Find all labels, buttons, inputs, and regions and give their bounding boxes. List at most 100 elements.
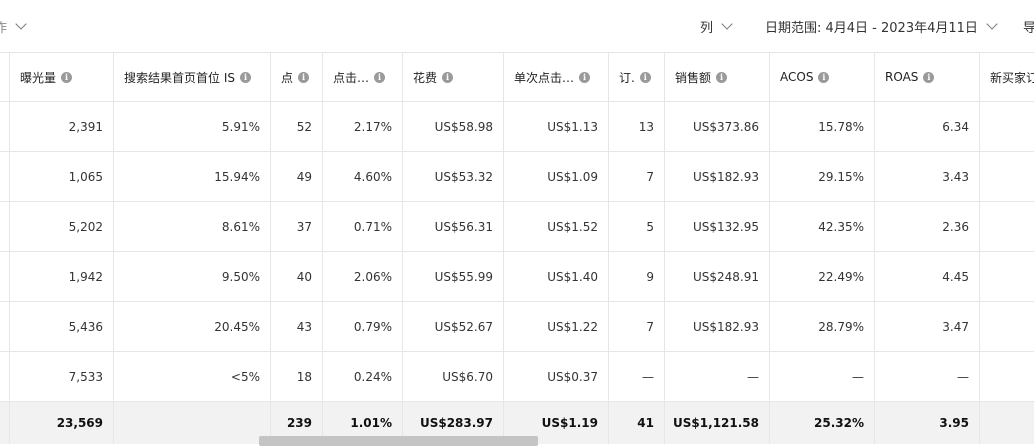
cell-new-buyer-orders: [980, 102, 1034, 151]
cell-sales: —: [665, 352, 770, 401]
header-acos[interactable]: ACOS i: [770, 53, 875, 101]
header-cpc[interactable]: 单次点击… i: [504, 53, 609, 101]
cell-top-of-search-is: 15.94%: [114, 152, 271, 201]
columns-label: 列: [700, 20, 714, 36]
cell-top-of-search-is: 20.45%: [114, 302, 271, 351]
cell-orders: 7: [609, 302, 665, 351]
cell-cpc: US$0.37: [504, 352, 609, 401]
cell-cpc: US$1.09: [504, 152, 609, 201]
header-new-buyer-orders[interactable]: 新买家订: [980, 53, 1034, 101]
actions-label: 作: [0, 20, 8, 36]
cell-ctr: 4.60%: [323, 152, 403, 201]
cell-impressions: 1,065: [10, 152, 114, 201]
table-row: 2,391 5.91% 52 2.17% US$58.98 US$1.13 13 US$373…: [0, 102, 1034, 152]
header-roas[interactable]: ROAS i: [875, 53, 980, 101]
cell-clicks: 40: [271, 252, 323, 301]
info-icon[interactable]: i: [442, 71, 454, 83]
cell-ctr: 0.79%: [323, 302, 403, 351]
cell-sales: US$248.91: [665, 252, 770, 301]
cell-sales: US$182.93: [665, 302, 770, 351]
cell-top-of-search-is: 9.50%: [114, 252, 271, 301]
cell-roas: 3.95: [875, 402, 980, 444]
cell-acos: 15.78%: [770, 102, 875, 151]
cell-impressions: 2,391: [10, 102, 114, 151]
campaign-table: 曝光量 i 搜索结果首页首位 IS i 点i 点击… i 花费 i 单次点击… i 订. i…: [0, 52, 1034, 446]
table-toolbar: 作 列 日期范围: 4月4日 - 2023年4月11日 导: [0, 0, 1034, 52]
info-icon[interactable]: i: [579, 71, 591, 83]
cell-ctr: 0.24%: [323, 352, 403, 401]
table-row: 1,942 9.50% 40 2.06% US$55.99 US$1.40 9 US$248.…: [0, 252, 1034, 302]
cell-ctr: 0.71%: [323, 202, 403, 251]
info-icon[interactable]: i: [298, 71, 310, 83]
cell-edge: [0, 152, 10, 201]
info-icon[interactable]: i: [374, 71, 386, 83]
cell-impressions: 5,436: [10, 302, 114, 351]
cell-spend: US$58.98: [403, 102, 504, 151]
cell-impressions: 7,533: [10, 352, 114, 401]
table-row: 1,065 15.94% 49 4.60% US$53.32 US$1.09 7 US$182…: [0, 152, 1034, 202]
cell-impressions: 23,569: [10, 402, 114, 444]
cell-top-of-search-is: 8.61%: [114, 202, 271, 251]
cell-top-of-search-is: <5%: [114, 352, 271, 401]
table-header-row: 曝光量 i 搜索结果首页首位 IS i 点i 点击… i 花费 i 单次点击… i 订. i…: [0, 52, 1034, 102]
cell-cpc: US$1.52: [504, 202, 609, 251]
header-sales[interactable]: 销售额 i: [665, 53, 770, 101]
header-orders[interactable]: 订. i: [609, 53, 665, 101]
cell-impressions: 1,942: [10, 252, 114, 301]
export-button[interactable]: 导: [1023, 16, 1034, 36]
cell-acos: 25.32%: [770, 402, 875, 444]
cell-edge: [0, 202, 10, 251]
cell-edge: [0, 102, 10, 151]
cell-spend: US$6.70: [403, 352, 504, 401]
horizontal-scrollbar[interactable]: [259, 436, 538, 446]
cell-edge: [0, 402, 10, 444]
header-clicks[interactable]: 点i: [271, 53, 323, 101]
date-range-label: 日期范围: 4月4日 - 2023年4月11日: [765, 20, 978, 36]
cell-roas: 3.47: [875, 302, 980, 351]
date-range-dropdown[interactable]: 日期范围: 4月4日 - 2023年4月11日: [765, 16, 998, 36]
chevron-down-icon: [15, 17, 27, 30]
cell-clicks: 37: [271, 202, 323, 251]
table-row: 5,436 20.45% 43 0.79% US$52.67 US$1.22 7 US$182…: [0, 302, 1034, 352]
cell-spend: US$52.67: [403, 302, 504, 351]
columns-dropdown[interactable]: 列: [700, 16, 733, 36]
header-ctr[interactable]: 点击… i: [323, 53, 403, 101]
cell-new-buyer-orders: [980, 152, 1034, 201]
cell-edge: [0, 252, 10, 301]
chevron-down-icon: [721, 17, 733, 30]
cell-acos: 22.49%: [770, 252, 875, 301]
cell-orders: 7: [609, 152, 665, 201]
info-icon[interactable]: i: [239, 71, 251, 83]
cell-cpc: US$1.13: [504, 102, 609, 151]
info-icon[interactable]: i: [818, 71, 830, 83]
cell-acos: 29.15%: [770, 152, 875, 201]
info-icon[interactable]: i: [716, 71, 728, 83]
export-label: 导: [1023, 20, 1034, 36]
cell-sales: US$1,121.58: [665, 402, 770, 444]
header-spend[interactable]: 花费 i: [403, 53, 504, 101]
cell-edge: [0, 352, 10, 401]
cell-sales: US$373.86: [665, 102, 770, 151]
table-row: 5,202 8.61% 37 0.71% US$56.31 US$1.52 5 US$132.…: [0, 202, 1034, 252]
cell-roas: —: [875, 352, 980, 401]
cell-new-buyer-orders: [980, 352, 1034, 401]
cell-roas: 6.34: [875, 102, 980, 151]
cell-ctr: 2.06%: [323, 252, 403, 301]
cell-roas: 2.36: [875, 202, 980, 251]
cell-clicks: 18: [271, 352, 323, 401]
cell-new-buyer-orders: [980, 202, 1034, 251]
cell-roas: 3.43: [875, 152, 980, 201]
header-top-of-search-is[interactable]: 搜索结果首页首位 IS i: [114, 53, 271, 101]
cell-new-buyer-orders: [980, 402, 1034, 444]
cell-orders: 5: [609, 202, 665, 251]
info-icon[interactable]: i: [61, 71, 73, 83]
header-impressions[interactable]: 曝光量 i: [10, 53, 114, 101]
actions-dropdown[interactable]: 作: [0, 16, 27, 36]
cell-ctr: 2.17%: [323, 102, 403, 151]
table-row: 7,533 <5% 18 0.24% US$6.70 US$0.37— — — —: [0, 352, 1034, 402]
cell-orders: 9: [609, 252, 665, 301]
cell-clicks: 52: [271, 102, 323, 151]
info-icon[interactable]: i: [923, 71, 935, 83]
cell-orders: 41: [609, 402, 665, 444]
info-icon[interactable]: i: [639, 71, 651, 83]
